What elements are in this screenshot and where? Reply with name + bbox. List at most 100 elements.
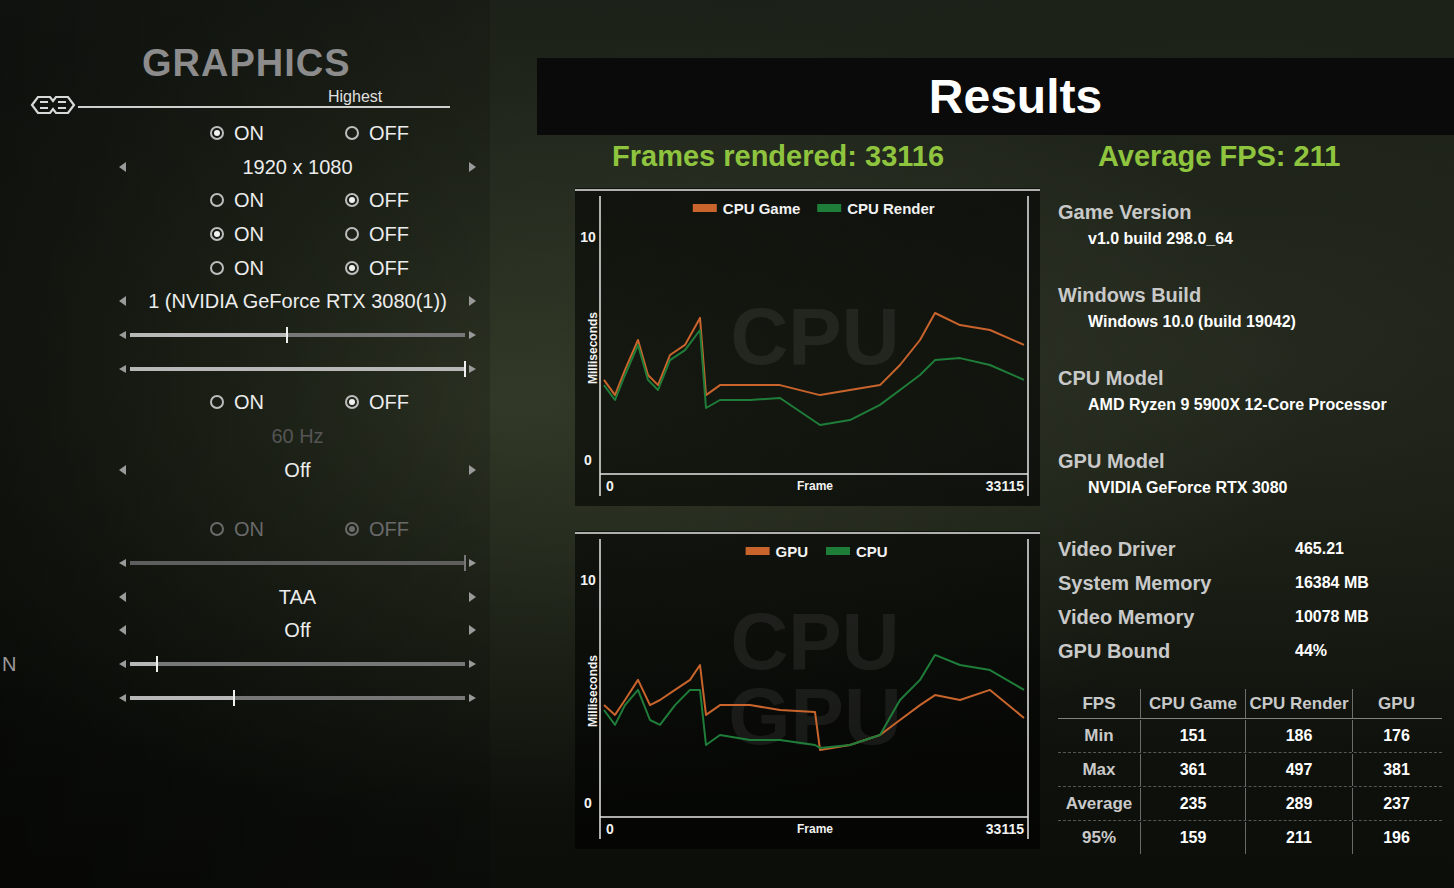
x-axis-line	[600, 816, 1028, 818]
radio-option[interactable]: ON	[210, 121, 345, 145]
x-axis-line	[600, 473, 1028, 475]
info-value: AMD Ryzen 9 5900X 12-Core Processor	[1058, 395, 1442, 415]
x-axis-title: Frame	[797, 822, 833, 836]
slider-thumb[interactable]	[156, 656, 158, 672]
decrease-arrow-icon[interactable]	[119, 660, 126, 668]
series-line	[604, 313, 1024, 395]
next-arrow-icon[interactable]	[469, 592, 476, 602]
previous-arrow-icon[interactable]	[119, 296, 126, 306]
slider-track[interactable]	[130, 662, 465, 666]
option-selector[interactable]: 1 (NVIDIA GeForce RTX 3080(1))	[115, 289, 480, 313]
option-selector[interactable]: Off	[115, 458, 480, 482]
radio-option[interactable]: ON	[210, 390, 345, 414]
stat-row: Video Memory10078 MB	[1058, 600, 1442, 634]
slider-thumb[interactable]	[286, 327, 288, 343]
next-arrow-icon[interactable]	[469, 162, 476, 172]
chart-background	[575, 531, 1040, 849]
system-info-item: Game Version v1.0 build 298.0_64	[1058, 200, 1442, 283]
increase-arrow-icon[interactable]	[469, 365, 476, 373]
info-label: GPU Model	[1058, 449, 1442, 473]
radio-button-icon	[345, 227, 359, 241]
radio-button-icon	[210, 261, 224, 275]
radio-option[interactable]: ON	[210, 222, 345, 246]
next-arrow-icon[interactable]	[469, 465, 476, 475]
x-axis-title: Frame	[797, 479, 833, 493]
decrease-arrow-icon[interactable]	[119, 694, 126, 702]
slider	[115, 559, 480, 567]
radio-button-icon	[345, 261, 359, 275]
previous-arrow-icon[interactable]	[119, 592, 126, 602]
stat-row: GPU Bound44%	[1058, 634, 1442, 668]
radio-button-icon	[210, 126, 224, 140]
setting-row	[0, 681, 490, 715]
previous-arrow-icon[interactable]	[119, 625, 126, 635]
legend-item: GPU	[746, 543, 809, 560]
decrease-arrow-icon[interactable]	[119, 331, 126, 339]
slider-thumb[interactable]	[233, 690, 235, 706]
slider-thumb[interactable]	[464, 555, 466, 571]
radio-option[interactable]: OFF	[345, 222, 480, 246]
option-selector[interactable]: 1920 x 1080	[115, 155, 480, 179]
radio-option[interactable]: OFF	[345, 188, 480, 212]
slider[interactable]	[115, 331, 480, 339]
option-selector[interactable]: Off	[115, 618, 480, 642]
slider-fill	[130, 662, 157, 666]
increase-arrow-icon[interactable]	[469, 694, 476, 702]
next-arrow-icon[interactable]	[469, 625, 476, 635]
fps-table-cell: 186	[1245, 720, 1352, 752]
setting-row: Off	[0, 453, 490, 487]
radio-option[interactable]: ON	[210, 188, 345, 212]
decrease-arrow-icon[interactable]	[119, 559, 126, 567]
setting-control: Off	[115, 618, 480, 642]
slider-track[interactable]	[130, 333, 465, 337]
radio-option[interactable]: OFF	[345, 121, 480, 145]
radio-option[interactable]: OFF	[345, 390, 480, 414]
increase-arrow-icon[interactable]	[469, 559, 476, 567]
option-selector[interactable]: TAA	[115, 585, 480, 609]
setting-control: 60 Hz	[115, 424, 480, 448]
info-label: Game Version	[1058, 200, 1442, 224]
increase-arrow-icon[interactable]	[469, 331, 476, 339]
decrease-arrow-icon[interactable]	[119, 365, 126, 373]
increase-arrow-icon[interactable]	[469, 660, 476, 668]
header-column: Highest	[78, 88, 450, 116]
radio-group: ONOFF	[115, 256, 480, 280]
results-panel: ResultsFrames rendered: 33116Average FPS…	[537, 0, 1454, 888]
slider[interactable]	[115, 660, 480, 668]
info-value: Windows 10.0 (build 19042)	[1058, 312, 1442, 332]
setting-row: Off	[0, 614, 490, 648]
fps-table-cell: 381	[1352, 754, 1440, 786]
logo-inner-icon	[40, 102, 66, 108]
slider-track[interactable]	[130, 696, 465, 700]
system-info-item: GPU ModelNVIDIA GeForce RTX 3080	[1058, 449, 1442, 532]
legend-item: CPU Game	[693, 200, 801, 217]
legend-item: CPU	[826, 543, 888, 560]
results-title: Results	[929, 69, 1102, 124]
frame-time-chart: CPUCPU GameCPU Render100Milliseconds0331…	[575, 188, 1040, 506]
stat-row: Video Driver465.21	[1058, 532, 1442, 566]
setting-row: 60 Hz	[0, 419, 490, 453]
slider-track[interactable]	[130, 561, 465, 565]
setting-control	[115, 365, 480, 373]
slider[interactable]	[115, 365, 480, 373]
previous-arrow-icon[interactable]	[119, 162, 126, 172]
previous-arrow-icon[interactable]	[119, 465, 126, 475]
next-arrow-icon[interactable]	[469, 296, 476, 306]
radio-button-icon	[210, 227, 224, 241]
info-value: v1.0 build 298.0_64	[1058, 229, 1442, 249]
radio-label: ON	[234, 517, 264, 541]
radio-option[interactable]: ON	[210, 256, 345, 280]
radio-group: ONOFF	[115, 517, 480, 541]
setting-row: ONOFF	[0, 513, 490, 547]
setting-control: ONOFF	[115, 188, 480, 212]
slider-track[interactable]	[130, 367, 465, 371]
slider[interactable]	[115, 694, 480, 702]
setting-row: 1 (NVIDIA GeForce RTX 3080(1))	[0, 284, 490, 318]
fps-table-cell: 211	[1245, 822, 1352, 854]
slider-thumb[interactable]	[464, 361, 466, 377]
radio-option: ON	[210, 517, 345, 541]
radio-option[interactable]: OFF	[345, 256, 480, 280]
setting-row: N	[0, 647, 490, 681]
radio-button-icon	[345, 522, 359, 536]
stat-value: 10078 MB	[1295, 608, 1369, 626]
